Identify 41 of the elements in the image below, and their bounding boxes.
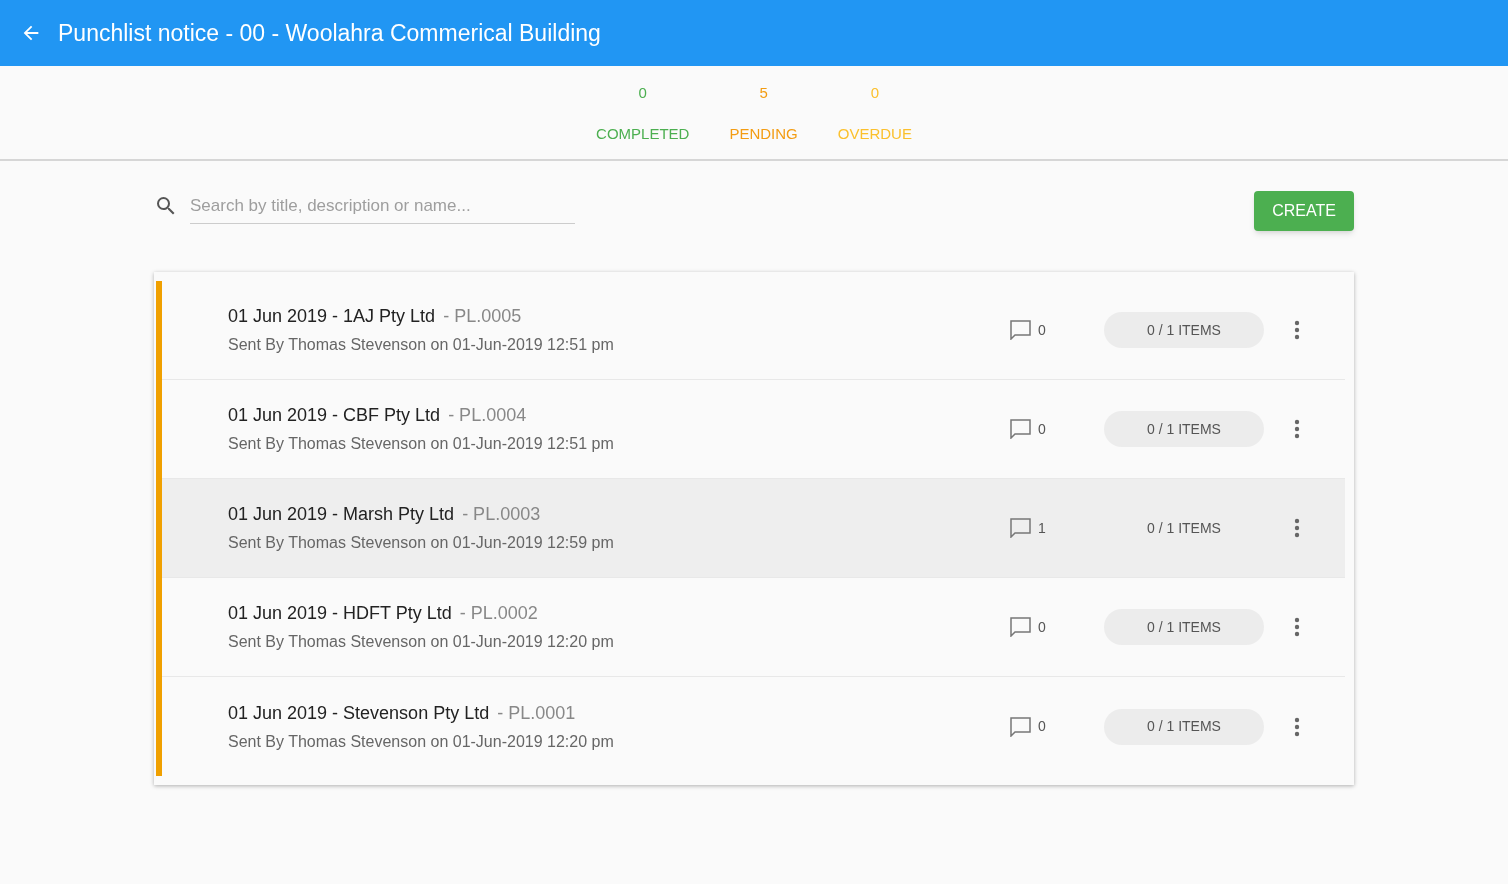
comment-icon: [1010, 419, 1032, 439]
row-title: 01 Jun 2019 - 1AJ Pty Ltd: [228, 305, 436, 328]
items-chip[interactable]: 0 / 1 ITEMS: [1104, 708, 1264, 745]
more-options-icon[interactable]: [1294, 617, 1300, 637]
row-title: 01 Jun 2019 - Stevenson Pty Ltd: [228, 701, 490, 725]
comment-count: 0: [1038, 617, 1046, 637]
comment-icon: [1010, 716, 1032, 737]
comment-count: 1: [1038, 518, 1046, 538]
comment-icon: [1010, 320, 1032, 340]
comment-icon: [1010, 518, 1032, 538]
search-field[interactable]: Search by title, description or name...: [190, 189, 575, 224]
comment-icon: [1010, 617, 1032, 637]
comment-count: 0: [1038, 419, 1046, 439]
more-options-icon[interactable]: [1294, 518, 1300, 538]
punchlist-row[interactable]: 01 Jun 2019 - Marsh Pty Ltd - PL.0003 Sent By Thomas Stevenson on 01-Jun-2019 12:59 pm 1 0 / 1 ITEMS: [162, 479, 1345, 578]
row-code: - PL.0003: [462, 503, 541, 526]
row-title: 01 Jun 2019 - CBF Pty Ltd: [228, 404, 441, 427]
items-chip[interactable]: 0 / 1 ITEMS: [1104, 609, 1264, 645]
stat-count: 0: [870, 83, 879, 103]
row-code: - PL.0005: [443, 305, 522, 328]
row-subtitle: Sent By Thomas Stevenson on 01-Jun-2019 12:20 pm: [228, 632, 615, 652]
row-subtitle: Sent By Thomas Stevenson on 01-Jun-2019 12:59 pm: [228, 533, 615, 553]
row-title: 01 Jun 2019 - Marsh Pty Ltd: [228, 503, 455, 526]
comment-count: 0: [1038, 320, 1046, 340]
items-chip[interactable]: 0 / 1 ITEMS: [1104, 510, 1264, 546]
stat-count: 5: [759, 83, 768, 103]
row-subtitle: Sent By Thomas Stevenson on 01-Jun-2019 12:51 pm: [228, 335, 615, 355]
row-code: - PL.0001: [497, 701, 576, 725]
items-chip[interactable]: 0 / 1 ITEMS: [1104, 411, 1264, 447]
comment-count: 0: [1038, 717, 1046, 736]
page-title: Punchlist notice - 00 - Woolahra Commerical Building: [58, 18, 601, 48]
stat-count: 0: [638, 83, 647, 103]
row-subtitle: Sent By Thomas Stevenson on 01-Jun-2019 12:20 pm: [228, 731, 615, 752]
row-code: - PL.0002: [459, 602, 538, 625]
row-subtitle: Sent By Thomas Stevenson on 01-Jun-2019 12:51 pm: [228, 434, 615, 454]
items-chip[interactable]: 0 / 1 ITEMS: [1104, 312, 1264, 348]
row-code: - PL.0004: [448, 404, 527, 427]
more-options-icon[interactable]: [1294, 716, 1300, 737]
row-title: 01 Jun 2019 - HDFT Pty Ltd: [228, 602, 452, 625]
more-options-icon[interactable]: [1294, 419, 1300, 439]
more-options-icon[interactable]: [1294, 320, 1300, 340]
